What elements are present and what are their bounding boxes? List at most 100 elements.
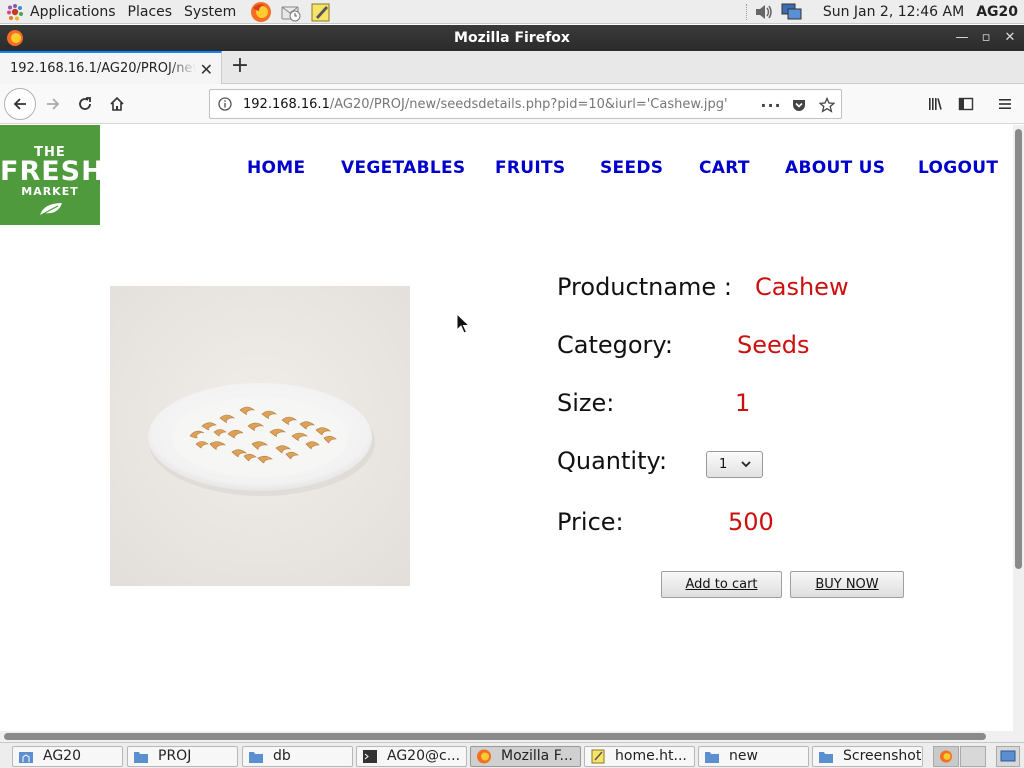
site-navigation: HOME VEGETABLES FRUITS SEEDS CART ABOUT … (0, 158, 1013, 178)
task-screenshot[interactable]: Screenshot (812, 746, 923, 767)
mouse-pointer-icon (456, 313, 470, 334)
back-button[interactable] (4, 88, 36, 120)
bookmark-star-button[interactable] (816, 94, 838, 116)
mail-launcher[interactable] (280, 1, 302, 23)
price-value: 500 (728, 508, 774, 536)
task-ag20[interactable]: AG20 (12, 746, 123, 767)
close-window-button[interactable]: ✕ (1000, 28, 1020, 48)
nav-link-vegetables[interactable]: VEGETABLES (341, 158, 465, 178)
task-label: home.ht... (615, 748, 687, 764)
firefox-icon (251, 1, 272, 22)
pocket-button[interactable] (788, 94, 810, 116)
chevron-down-icon (741, 461, 751, 468)
home-folder-icon (19, 752, 33, 763)
page-actions-button[interactable]: ··· (760, 94, 782, 116)
productname-label: Productname : (557, 273, 732, 301)
productname-value: Cashew (755, 273, 849, 301)
info-icon[interactable] (218, 97, 232, 111)
folder-icon (819, 752, 833, 763)
close-icon: ✕ (1004, 30, 1016, 45)
reload-button[interactable] (70, 89, 100, 119)
url-path: /AG20/PROJ/new/seedsdetails.php?pid=10&i… (329, 97, 728, 112)
maximize-button[interactable]: ▫ (976, 28, 996, 48)
url-host: 192.168.16.1 (243, 97, 330, 112)
sidebar-toggle-button[interactable] (951, 89, 981, 119)
leaf-icon (39, 203, 62, 217)
nav-link-logout[interactable]: LOGOUT (918, 158, 998, 178)
forward-button[interactable] (38, 89, 68, 119)
tab-title: 192.168.16.1/AG20/PROJ/new/seedsdetails.… (10, 61, 196, 76)
url-text[interactable]: 192.168.16.1/AG20/PROJ/new/seedsdetails.… (243, 97, 728, 112)
pocket-icon (793, 100, 805, 111)
task-new-folder[interactable]: new (698, 746, 809, 767)
hamburger-menu-icon (999, 99, 1011, 109)
url-bar[interactable]: 192.168.16.1/AG20/PROJ/new/seedsdetails.… (209, 89, 842, 119)
nav-link-home[interactable]: HOME (247, 158, 305, 178)
home-button[interactable] (102, 89, 132, 119)
firefox-launcher[interactable] (250, 1, 272, 23)
task-firefox[interactable]: Mozilla F... (470, 746, 581, 767)
vertical-scrollbar[interactable] (1013, 125, 1024, 731)
star-icon (819, 97, 835, 113)
taskbar: AG20 PROJ db AG20@c... Mozilla F... home… (0, 742, 1024, 768)
folder-icon (134, 752, 148, 763)
task-terminal[interactable]: AG20@c... (356, 746, 467, 767)
quantity-selected-value: 1 (719, 457, 728, 472)
horizontal-scrollbar[interactable] (0, 731, 1024, 742)
network-status[interactable] (781, 1, 803, 23)
task-proj[interactable]: PROJ (127, 746, 238, 767)
navigation-toolbar: 192.168.16.1/AG20/PROJ/new/seedsdetails.… (0, 84, 1024, 124)
panel-username[interactable]: AG20 (976, 4, 1018, 20)
window-titlebar[interactable]: Mozilla Firefox — ▫ ✕ (0, 25, 1024, 51)
task-db[interactable]: db (242, 746, 353, 767)
terminal-icon (363, 750, 377, 763)
volume-control[interactable] (753, 1, 775, 23)
add-to-cart-button[interactable]: Add to cart (661, 571, 782, 598)
library-button[interactable] (920, 89, 950, 119)
quantity-select[interactable]: 1 (706, 451, 763, 478)
system-menu[interactable]: System (178, 0, 242, 24)
price-label: Price: (557, 508, 624, 536)
task-text-editor[interactable]: home.ht... (584, 746, 695, 767)
gnome-foot-icon (7, 3, 23, 20)
nav-link-fruits[interactable]: FRUITS (495, 158, 565, 178)
text-editor-launcher[interactable] (310, 1, 332, 23)
panel-clock[interactable]: Sun Jan 2, 12:46 AM (823, 4, 964, 20)
quantity-label: Quantity: (557, 447, 668, 475)
more-horizontal-icon: ··· (760, 95, 782, 115)
app-menu-button[interactable] (990, 89, 1020, 119)
new-tab-button[interactable]: + (228, 55, 252, 79)
category-label: Category: (557, 331, 673, 359)
cashew-plate-illustration (110, 286, 410, 586)
system-label: System (184, 3, 237, 20)
vertical-scroll-thumb[interactable] (1015, 129, 1022, 569)
horizontal-scroll-thumb[interactable] (4, 733, 986, 740)
applications-menu[interactable]: Applications (0, 0, 122, 24)
show-desktop-icon (1000, 750, 1016, 762)
task-label: Mozilla F... (501, 748, 573, 764)
tab-close-icon[interactable]: ✕ (200, 60, 213, 79)
browser-tab[interactable]: 192.168.16.1/AG20/PROJ/new/seedsdetails.… (0, 51, 222, 84)
plus-icon: + (230, 53, 250, 78)
minimize-button[interactable]: — (952, 28, 972, 48)
nav-link-cart[interactable]: CART (699, 158, 750, 178)
library-icon (929, 98, 942, 110)
reload-icon (79, 97, 91, 110)
workspace-3[interactable] (996, 746, 1020, 767)
workspace-2[interactable] (960, 746, 986, 767)
notepad-icon (311, 3, 330, 21)
task-label: AG20 (43, 748, 81, 764)
places-menu[interactable]: Places (122, 0, 179, 24)
buy-now-button[interactable]: BUY NOW (790, 571, 904, 598)
size-value: 1 (735, 389, 751, 417)
places-label: Places (127, 3, 173, 20)
nav-link-about-us[interactable]: ABOUT US (785, 158, 885, 178)
task-label: PROJ (158, 748, 192, 764)
firefox-icon (940, 750, 952, 763)
maximize-icon: ▫ (981, 30, 991, 45)
workspace-1[interactable] (933, 746, 959, 767)
top-panel: Applications Places System Sun Jan 2, 12… (0, 0, 1024, 24)
page-viewport: THE FRESH MARKET HOME VEGETABLES FRUITS … (0, 125, 1013, 731)
nav-link-seeds[interactable]: SEEDS (600, 158, 663, 178)
sidebar-icon (958, 97, 974, 111)
